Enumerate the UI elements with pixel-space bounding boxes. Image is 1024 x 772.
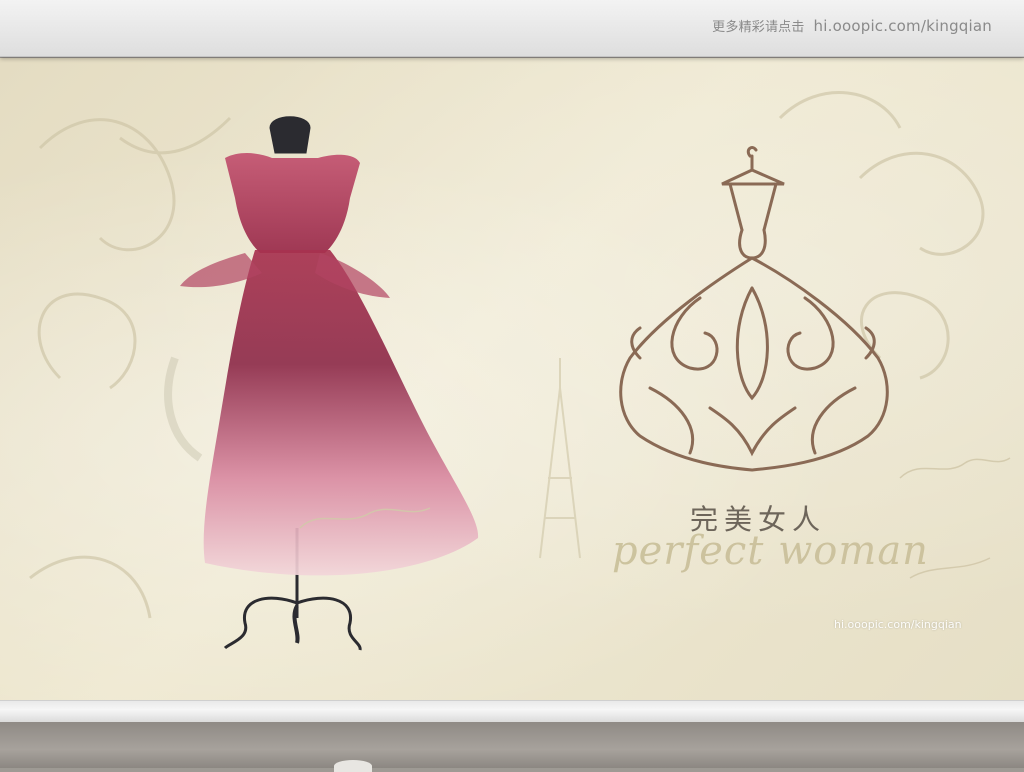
top-bar: 更多精彩请点击 hi.ooopic.com/kingqian [0,0,1024,57]
artwork-canvas: 完美女人 perfect woman hi.ooopic.com/kingqia… [0,58,1024,700]
header-link[interactable]: 更多精彩请点击 hi.ooopic.com/kingqian [712,16,992,35]
room-preview-image [0,722,1024,772]
header-prefix: 更多精彩请点击 [712,20,805,35]
title-english: perfect woman [612,528,929,574]
section-divider [0,700,1024,724]
red-dress [164,153,479,576]
watermark-text: hi.ooopic.com/kingqian [834,618,962,631]
header-url[interactable]: hi.ooopic.com/kingqian [814,17,992,35]
background-eiffel-tower [539,358,581,559]
ornamental-dress-illustration [619,146,889,472]
ceiling-lamp-icon [334,760,372,772]
artwork-illustration [29,91,1011,651]
